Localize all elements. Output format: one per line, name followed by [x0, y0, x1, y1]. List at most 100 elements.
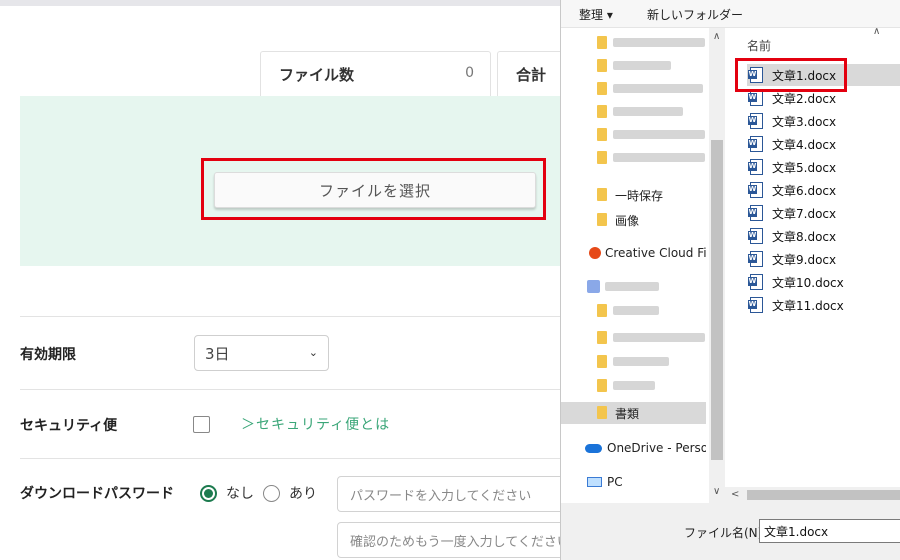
nav-item-documents[interactable]: 書類	[561, 402, 706, 424]
expiry-label: 有効期限	[20, 347, 76, 363]
file-count-label: ファイル数	[279, 66, 355, 84]
nav-item-blurred[interactable]	[561, 55, 706, 77]
nav-item-blurred[interactable]	[561, 147, 706, 169]
file-list-pane[interactable]: 名前 ∧ 文章1.docx 文章2.docx 文章3.docx 文章4.docx…	[725, 26, 900, 503]
blurred-label	[613, 84, 703, 93]
dialog-toolbar: 整理 ▾ 新しいフォルダー	[561, 0, 900, 28]
nav-item-blurred[interactable]	[561, 327, 706, 349]
word-document-icon	[748, 251, 763, 267]
nav-item-blurred[interactable]	[561, 300, 706, 322]
highlight-box-selected-file	[735, 58, 847, 92]
blurred-label	[613, 153, 705, 162]
nav-item-blurred[interactable]	[561, 375, 706, 397]
organize-menu-button[interactable]: 整理 ▾	[579, 6, 613, 23]
word-document-icon	[748, 228, 763, 244]
nav-item-onedrive[interactable]: OneDrive - Personal	[561, 438, 706, 460]
file-item[interactable]: 文章10.docx	[747, 271, 900, 293]
name-column-header[interactable]: 名前	[747, 37, 771, 54]
folder-icon	[597, 188, 607, 201]
security-checkbox[interactable]	[193, 416, 210, 433]
blurred-label	[613, 333, 705, 342]
word-document-icon	[748, 274, 763, 290]
folder-icon	[597, 331, 607, 344]
folder-icon	[597, 59, 607, 72]
navigation-pane[interactable]: 一時保存 画像 Creative Cloud Files 書類 OneDrive…	[561, 28, 709, 503]
scrollbar-thumb[interactable]	[711, 140, 723, 460]
total-size-label: 合計	[516, 66, 547, 84]
divider	[20, 458, 565, 459]
word-document-icon	[748, 297, 763, 313]
file-name: 文章4.docx	[772, 138, 837, 152]
creative-cloud-icon	[589, 247, 601, 259]
nav-item-label: 画像	[615, 214, 640, 228]
highlight-box-select-button	[201, 158, 546, 220]
folder-icon	[597, 82, 607, 95]
file-item[interactable]: 文章8.docx	[747, 225, 900, 247]
scroll-up-icon[interactable]: ∧	[713, 31, 720, 42]
expiry-select[interactable]: 3日 ⌄	[194, 335, 329, 371]
blurred-label	[613, 306, 659, 315]
security-info-link[interactable]: ＞セキュリティ便とは	[241, 414, 390, 434]
nav-item-blurred[interactable]	[561, 351, 706, 373]
folder-icon	[597, 213, 607, 226]
blurred-label	[613, 107, 683, 116]
password-confirm-input[interactable]: 確認のためもう一度入力してください	[337, 522, 567, 558]
new-folder-button[interactable]: 新しいフォルダー	[647, 6, 743, 23]
sort-up-icon: ∧	[873, 26, 881, 37]
password-yes-label: あり	[289, 486, 317, 502]
nav-item-blurred[interactable]	[561, 32, 706, 54]
file-count-card: ファイル数 0	[260, 51, 491, 97]
nav-item-blurred[interactable]	[561, 78, 706, 100]
file-open-dialog: 整理 ▾ 新しいフォルダー 一時保存 画像 Creative Cloud Fil…	[560, 0, 900, 560]
file-item[interactable]: 文章4.docx	[747, 133, 900, 155]
security-label: セキュリティ便	[20, 418, 118, 434]
password-yes-radio[interactable]	[263, 485, 280, 502]
expiry-selected-value: 3日	[205, 344, 230, 363]
dialog-filename-bar: ファイル名(N): 文章1.docx	[561, 503, 900, 560]
word-document-icon	[748, 182, 763, 198]
filename-input[interactable]: 文章1.docx	[759, 519, 900, 543]
blurred-label	[613, 38, 705, 47]
filename-label: ファイル名(N):	[684, 526, 767, 540]
chevron-down-icon: ⌄	[308, 346, 318, 359]
password-none-radio[interactable]	[200, 485, 217, 502]
nav-vertical-scrollbar[interactable]: ∧ ∨	[709, 28, 725, 503]
file-item[interactable]: 文章6.docx	[747, 179, 900, 201]
word-document-icon	[748, 90, 763, 106]
file-name: 文章2.docx	[772, 92, 837, 106]
folder-icon	[597, 304, 607, 317]
scroll-left-icon[interactable]: <	[731, 489, 739, 500]
file-name: 文章5.docx	[772, 161, 837, 175]
file-list-horizontal-scrollbar[interactable]: <	[725, 487, 900, 503]
password-input[interactable]: パスワードを入力してください	[337, 476, 567, 512]
word-document-icon	[748, 113, 763, 129]
nav-item-blurred[interactable]	[561, 276, 706, 298]
file-name: 文章8.docx	[772, 230, 837, 244]
divider	[20, 389, 565, 390]
page-top-bar	[0, 0, 560, 6]
folder-icon	[597, 379, 607, 392]
word-document-icon	[748, 159, 763, 175]
nav-item-label: Creative Cloud Files	[605, 246, 706, 260]
blurred-label	[605, 282, 659, 291]
computer-icon	[587, 477, 602, 487]
nav-item-images[interactable]: 画像	[561, 209, 706, 231]
word-document-icon	[748, 205, 763, 221]
scroll-down-icon[interactable]: ∨	[713, 486, 720, 497]
nav-item-label: 一時保存	[615, 189, 664, 203]
nav-item-blurred[interactable]	[561, 101, 706, 123]
file-item[interactable]: 文章3.docx	[747, 110, 900, 132]
file-item[interactable]: 文章9.docx	[747, 248, 900, 270]
nav-item-pc[interactable]: PC	[561, 472, 706, 494]
file-item[interactable]: 文章5.docx	[747, 156, 900, 178]
file-name: 文章7.docx	[772, 207, 837, 221]
nav-item-creative-cloud[interactable]: Creative Cloud Files	[561, 243, 706, 265]
file-name: 文章3.docx	[772, 115, 837, 129]
file-count-value: 0	[465, 65, 474, 81]
file-item[interactable]: 文章11.docx	[747, 294, 900, 316]
scrollbar-thumb[interactable]	[747, 490, 900, 500]
folder-icon	[597, 151, 607, 164]
file-item[interactable]: 文章7.docx	[747, 202, 900, 224]
nav-item-blurred[interactable]	[561, 124, 706, 146]
nav-item-temp[interactable]: 一時保存	[561, 184, 706, 206]
